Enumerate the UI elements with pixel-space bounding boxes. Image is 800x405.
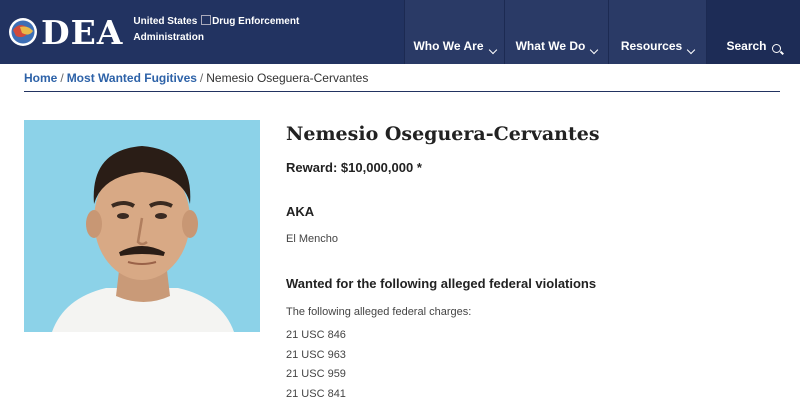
reward-value: $10,000,000 * <box>340 160 422 175</box>
charge-item: 21 USC 841 <box>286 388 346 401</box>
agency-line2: Administration <box>133 32 204 43</box>
nav-label: What We Do <box>515 39 586 53</box>
breadcrumb-home-link[interactable]: Home <box>24 71 57 85</box>
chevron-down-icon <box>488 45 497 55</box>
agency-line1-a: United States <box>133 16 198 27</box>
aka-value: El Mencho <box>286 233 338 245</box>
fugitive-details: Nemesio Oseguera-Cervantes Reward: $10,0… <box>286 120 776 400</box>
brand[interactable]: DEA United States Drug Enforcement Admin… <box>0 0 404 64</box>
dea-seal-icon <box>9 18 37 46</box>
chevron-down-icon <box>590 45 599 55</box>
charges-list: 21 USC 846 21 USC 963 21 USC 959 21 USC … <box>286 326 346 405</box>
charge-item: 21 USC 846 <box>286 329 346 341</box>
nav-resources[interactable]: Resources <box>608 0 706 64</box>
breadcrumb-current: Nemesio Oseguera-Cervantes <box>206 71 369 85</box>
fugitive-name: Nemesio Oseguera-Cervantes <box>286 123 600 145</box>
violations-heading: Wanted for the following alleged federal… <box>286 276 597 291</box>
charges-intro: The following alleged federal charges: <box>286 306 472 318</box>
fugitive-photo <box>24 120 260 332</box>
nav-label: Search <box>726 39 767 53</box>
agency-name: United States Drug Enforcement Administr… <box>133 14 299 46</box>
breadcrumb-separator: / <box>199 71 204 85</box>
breadcrumb-separator: / <box>60 71 64 85</box>
nav-label: Who We Are <box>413 39 484 53</box>
search-icon <box>771 44 781 53</box>
nav-what-we-do[interactable]: What We Do <box>504 0 608 64</box>
nav-search[interactable]: Search <box>706 0 800 64</box>
aka-heading: AKA <box>286 204 315 219</box>
nav-who-we-are[interactable]: Who We Are <box>404 0 504 64</box>
divider-icon <box>201 15 212 25</box>
breadcrumb: Home / Most Wanted Fugitives / Nemesio Osegu… <box>24 71 368 85</box>
agency-line1-b: Drug Enforcement <box>212 16 300 27</box>
charge-item: 21 USC 959 <box>286 368 346 381</box>
reward: Reward: $10,000,000 * <box>286 160 422 175</box>
site-header: DEA United States Drug Enforcement Admin… <box>0 0 800 64</box>
main-nav: Who We Are What We Do Resources Search <box>404 0 800 64</box>
nav-label: Resources <box>620 39 683 53</box>
reward-label: Reward: <box>286 160 338 175</box>
chevron-down-icon <box>686 45 696 55</box>
portrait-image <box>24 120 260 332</box>
logo-wordmark: DEA <box>41 12 124 52</box>
charge-item: 21 USC 963 <box>286 348 346 361</box>
breadcrumb-divider <box>24 91 780 92</box>
breadcrumb-section-link[interactable]: Most Wanted Fugitives <box>67 71 197 85</box>
